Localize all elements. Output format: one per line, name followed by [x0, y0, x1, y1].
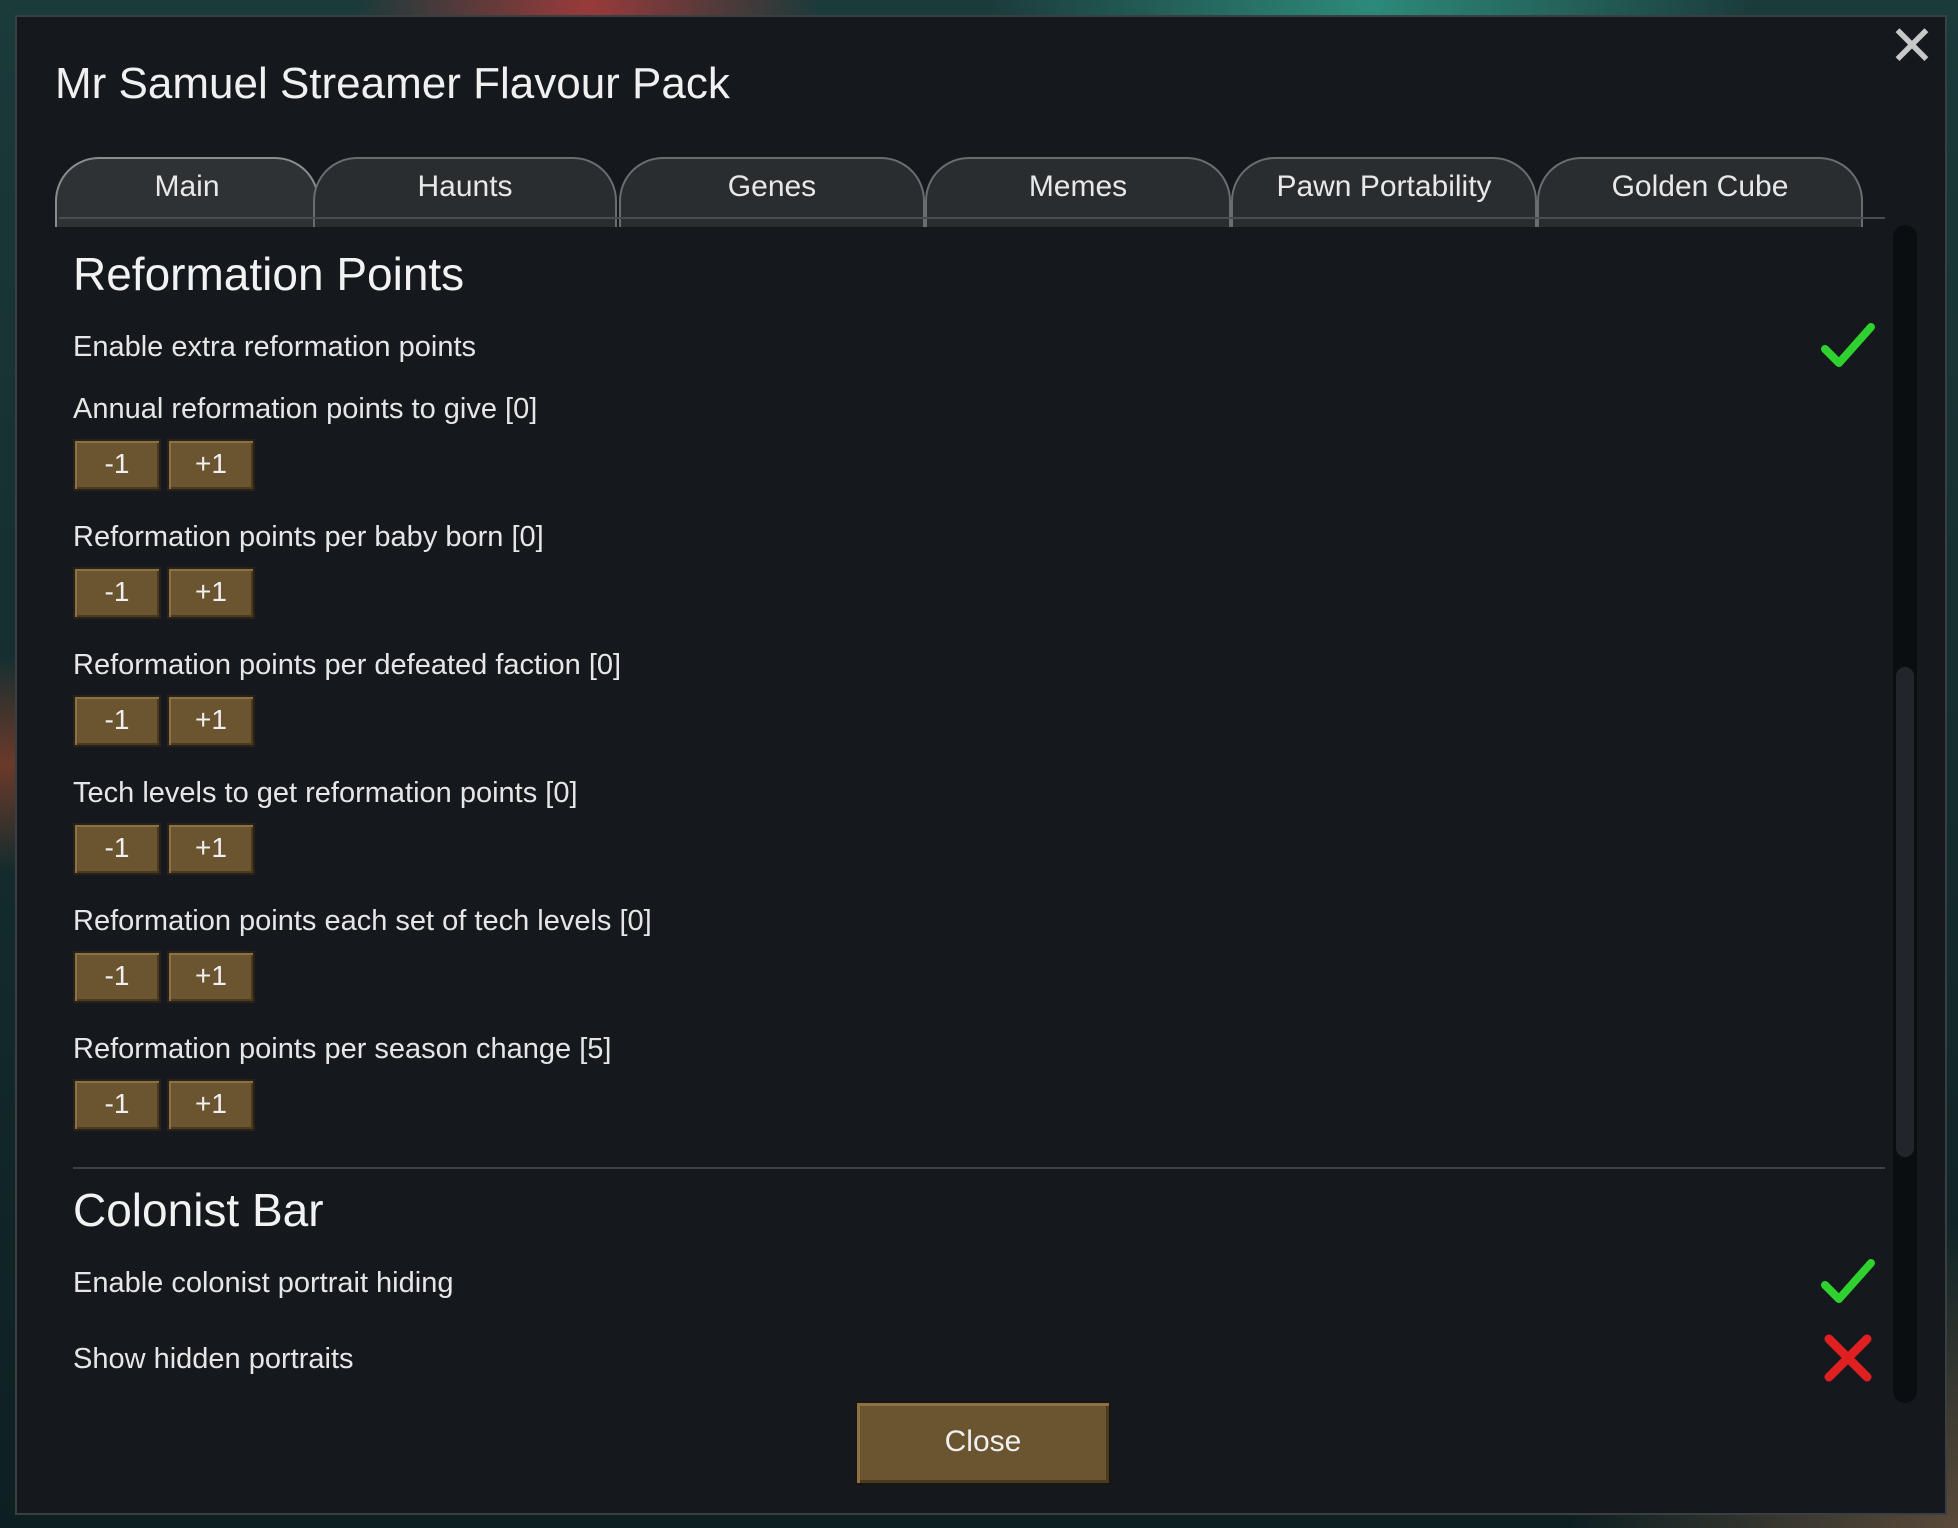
section-title-colonist-bar: Colonist Bar: [73, 1184, 324, 1236]
dialog-title: Mr Samuel Streamer Flavour Pack: [55, 59, 730, 108]
setting-label-tech-levels: Tech levels to get reformation points [0…: [73, 777, 578, 809]
setting-label-each-set-tech: Reformation points each set of tech leve…: [73, 905, 652, 937]
decrement-button[interactable]: -1: [73, 823, 161, 875]
settings-scroll-area[interactable]: Reformation Points Enable extra reformat…: [57, 225, 1889, 1400]
mod-settings-dialog: ✕ Mr Samuel Streamer Flavour Pack Main H…: [15, 15, 1947, 1515]
increment-button[interactable]: +1: [167, 823, 255, 875]
stepper-defeated-faction: -1 +1: [73, 695, 259, 747]
decrement-button[interactable]: -1: [73, 567, 161, 619]
enable-portrait-hiding-label: Enable colonist portrait hiding: [73, 1267, 454, 1299]
setting-label-baby-born: Reformation points per baby born [0]: [73, 521, 544, 553]
scrollbar-thumb[interactable]: [1896, 667, 1914, 1157]
stepper-each-set-tech: -1 +1: [73, 951, 259, 1003]
decrement-button[interactable]: -1: [73, 695, 161, 747]
section-divider: [73, 1167, 1885, 1169]
close-button[interactable]: Close: [855, 1401, 1111, 1485]
decrement-button[interactable]: -1: [73, 951, 161, 1003]
setting-label-annual: Annual reformation points to give [0]: [73, 393, 538, 425]
tab-underline: [59, 217, 1885, 219]
setting-label-season-change: Reformation points per season change [5]: [73, 1033, 612, 1065]
stepper-baby-born: -1 +1: [73, 567, 259, 619]
increment-button[interactable]: +1: [167, 439, 255, 491]
cross-icon[interactable]: [1821, 1331, 1875, 1385]
increment-button[interactable]: +1: [167, 567, 255, 619]
checkmark-icon[interactable]: [1821, 1255, 1875, 1309]
show-hidden-portraits-label: Show hidden portraits: [73, 1343, 354, 1375]
enable-reformation-label: Enable extra reformation points: [73, 331, 476, 363]
stepper-tech-levels: -1 +1: [73, 823, 259, 875]
decrement-button[interactable]: -1: [73, 1079, 161, 1131]
decrement-button[interactable]: -1: [73, 439, 161, 491]
checkmark-icon[interactable]: [1821, 319, 1875, 373]
increment-button[interactable]: +1: [167, 1079, 255, 1131]
section-title-reformation: Reformation Points: [73, 248, 465, 300]
tab-bar: Main Haunts Genes Memes Pawn Portability…: [55, 143, 1925, 227]
increment-button[interactable]: +1: [167, 695, 255, 747]
stepper-annual: -1 +1: [73, 439, 259, 491]
close-icon[interactable]: ✕: [1887, 18, 1937, 74]
setting-label-defeated-faction: Reformation points per defeated faction …: [73, 649, 622, 681]
increment-button[interactable]: +1: [167, 951, 255, 1003]
stepper-season-change: -1 +1: [73, 1079, 259, 1131]
